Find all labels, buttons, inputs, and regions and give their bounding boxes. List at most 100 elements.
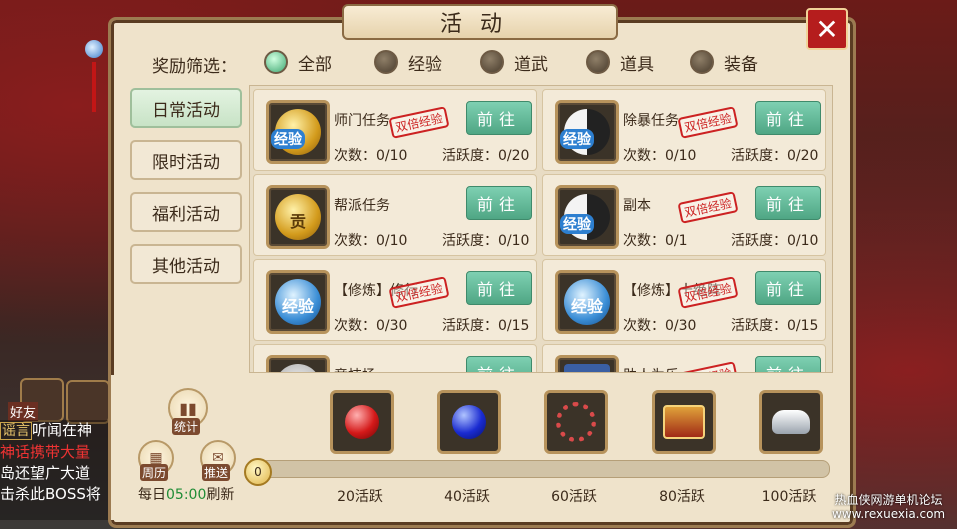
go-button[interactable]: 前往 [466, 186, 532, 220]
activity-card: 助人为乐 双倍经验 前往 [542, 344, 826, 372]
activity-name: 副本 [623, 198, 651, 214]
refresh-prefix: 每日 [138, 487, 166, 503]
title-plate: 活动 [342, 4, 618, 40]
icon-text: 经验 [560, 129, 594, 149]
filter-option-label: 装备 [724, 54, 758, 75]
yin-yang-exp-icon: 经验 [555, 185, 619, 249]
tab-other[interactable]: 其他活动 [130, 244, 242, 284]
double-exp-stamp: 双倍经验 [677, 106, 739, 139]
reward-label: 100活跃 [761, 489, 817, 505]
hanging-ornament [84, 36, 104, 126]
chat-line: 神话携带大量 [0, 442, 112, 463]
count-text: 次数：0/10 [334, 233, 408, 249]
count-text: 次数：0/10 [334, 148, 408, 164]
refresh-time: 05:00 [166, 487, 207, 503]
icon-text: 贡 [289, 212, 306, 231]
activity-card: 竞技场 前往 [253, 344, 537, 372]
activity-points-text: 活跃度：0/20 [731, 148, 819, 164]
activity-points-text: 活跃度：0/10 [442, 233, 530, 249]
activity-card: 经验 【修炼】十绝阵 双倍经验 前往 次数：0/30 活跃度：0/15 [542, 259, 826, 341]
push-label: 推送 [202, 464, 231, 481]
activity-points-text: 活跃度：0/10 [731, 233, 819, 249]
exp-coin-icon: 经验 [266, 100, 330, 164]
double-exp-stamp: 双倍经验 [677, 191, 739, 224]
go-button[interactable]: 前往 [755, 186, 821, 220]
count-text: 次数：0/30 [334, 318, 408, 334]
exp-badge-icon: 经验 [555, 270, 619, 334]
chat-feed[interactable]: 谣言 听闻在神 神话携带大量 岛还望广大道 击杀此BOSS将 [0, 420, 112, 520]
activity-card: 经验 【修炼】修行 双倍经验 前往 次数：0/30 活跃度：0/15 [253, 259, 537, 341]
go-button[interactable]: 前往 [755, 356, 821, 372]
watermark: 热血侠网游单机论坛 www.rexuexia.com [832, 493, 945, 521]
activity-card: 贡 帮派任务 前往 次数：0/10 活跃度：0/10 [253, 174, 537, 256]
radio-icon [374, 50, 398, 74]
activity-name: 竞技场 [334, 365, 376, 372]
reward-label: 60活跃 [551, 489, 597, 505]
activity-points-text: 活跃度：0/15 [731, 318, 819, 334]
filter-radio-item[interactable]: 道具 [586, 50, 654, 75]
refresh-suffix: 刷新 [206, 487, 235, 503]
count-text: 次数：0/10 [623, 148, 697, 164]
icon-text: 经验 [281, 297, 314, 316]
silver-icon [266, 355, 330, 372]
reward-label: 40活跃 [444, 489, 490, 505]
filter-option-label: 道具 [620, 54, 654, 75]
filter-radio-exp[interactable]: 经验 [374, 50, 442, 75]
go-button[interactable]: 前往 [466, 356, 532, 372]
tab-daily[interactable]: 日常活动 [130, 88, 242, 128]
icon-text: 经验 [570, 297, 603, 316]
bar-chart-icon: ▮▮ [179, 398, 197, 418]
chat-tag: 谣言 [0, 422, 32, 440]
chat-text: 神话携带大量 [0, 443, 91, 461]
radio-icon [690, 50, 714, 74]
activity-card: 经验 师门任务 双倍经验 前往 次数：0/10 活跃度：0/20 [253, 89, 537, 171]
calendar-label: 周历 [140, 464, 169, 481]
left-hud: 好友 [0, 360, 112, 424]
silver-ingot-icon[interactable] [759, 390, 823, 454]
double-exp-stamp: 双倍经验 [388, 106, 450, 139]
filter-radio-daowu[interactable]: 道武 [480, 50, 548, 75]
radio-icon [480, 50, 504, 74]
filter-option-label: 道武 [514, 54, 548, 75]
red-beads-icon[interactable] [544, 390, 608, 454]
chat-bubble-icon[interactable] [66, 380, 110, 424]
radio-selected-icon [264, 50, 288, 74]
blue-orb-icon[interactable] [437, 390, 501, 454]
count-text: 次数：0/30 [623, 318, 697, 334]
go-button[interactable]: 前往 [466, 271, 532, 305]
treasure-chest-icon[interactable] [652, 390, 716, 454]
book-icon [555, 355, 619, 372]
red-orb-icon[interactable] [330, 390, 394, 454]
go-button[interactable]: 前往 [466, 101, 532, 135]
activity-points-text: 活跃度：0/15 [442, 318, 530, 334]
activity-points-text: 活跃度：0/20 [442, 148, 530, 164]
count-text: 次数：0/1 [623, 233, 688, 249]
filter-option-label: 全部 [298, 54, 332, 75]
refresh-text: 每日05:00刷新 [138, 484, 234, 504]
filter-radio-all[interactable]: 全部 [264, 50, 332, 75]
chat-line: 击杀此BOSS将 [0, 484, 112, 505]
chat-line: 谣言 听闻在神 [0, 420, 112, 442]
close-button[interactable]: ✕ [806, 8, 848, 50]
category-tabs: 日常活动 限时活动 福利活动 其他活动 [130, 88, 242, 296]
yin-yang-exp-icon: 经验 [555, 100, 619, 164]
icon-text: 经验 [560, 214, 594, 234]
icon-text: 经验 [271, 129, 305, 149]
reward-label: 20活跃 [337, 489, 383, 505]
watermark-line: 热血侠网游单机论坛 [834, 493, 943, 507]
exp-badge-icon: 经验 [266, 270, 330, 334]
activity-name: 除暴任务 [623, 113, 679, 129]
panel-title: 活动 [439, 12, 520, 37]
activity-list[interactable]: 经验 师门任务 双倍经验 前往 次数：0/10 活跃度：0/20 经验 除暴任务… [249, 85, 833, 373]
chat-line: 岛还望广大道 [0, 463, 112, 484]
go-button[interactable]: 前往 [755, 101, 821, 135]
go-button[interactable]: 前往 [755, 271, 821, 305]
double-exp-stamp: 双倍经验 [677, 361, 739, 372]
filter-radio-equip[interactable]: 装备 [690, 50, 758, 75]
chat-text: 岛还望广大道 [0, 464, 91, 482]
tab-welfare[interactable]: 福利活动 [130, 192, 242, 232]
friend-label: 好友 [8, 402, 39, 421]
activity-name: 师门任务 [334, 113, 390, 129]
reward-label: 80活跃 [659, 489, 705, 505]
tab-limited[interactable]: 限时活动 [130, 140, 242, 180]
